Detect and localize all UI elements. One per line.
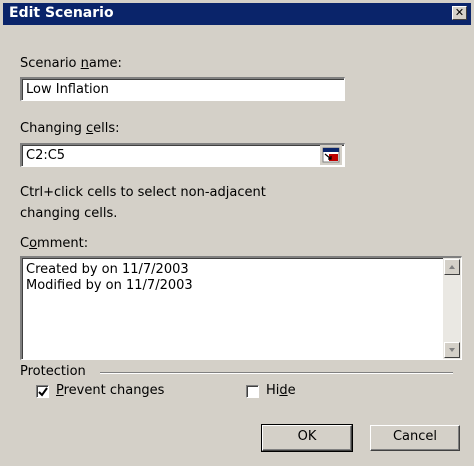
hint-line-1: Ctrl+click cells to select non-adjacent bbox=[20, 185, 266, 200]
collapse-dialog-button[interactable] bbox=[320, 145, 342, 165]
changing-cells-label: Changing cells: bbox=[20, 121, 120, 136]
close-icon: ✕ bbox=[454, 6, 465, 19]
scenario-name-value: Low Inflation bbox=[26, 82, 109, 97]
comment-line-2: Modified by on 11/7/2003 bbox=[26, 278, 193, 293]
edit-scenario-dialog: Edit Scenario ✕ Scenario name: Low Infla… bbox=[0, 0, 474, 466]
title-bar[interactable]: Edit Scenario ✕ bbox=[3, 3, 471, 25]
checkmark-icon bbox=[38, 387, 48, 397]
scenario-name-input[interactable]: Low Inflation bbox=[20, 77, 345, 101]
hint-line-2: changing cells. bbox=[20, 206, 118, 221]
scroll-up-button[interactable] bbox=[444, 259, 460, 275]
comment-label: Comment: bbox=[20, 236, 88, 251]
prevent-changes-label-text: Prevent changes bbox=[56, 383, 165, 398]
hide-label[interactable]: Hide bbox=[266, 383, 296, 398]
hint-text: Ctrl+click cells to select non-adjacent … bbox=[20, 182, 266, 224]
scenario-name-label: Scenario name: bbox=[20, 56, 122, 71]
close-button[interactable]: ✕ bbox=[452, 6, 467, 20]
arrow-up-icon bbox=[449, 265, 455, 269]
range-select-icon bbox=[322, 147, 340, 163]
arrow-down-icon bbox=[449, 348, 455, 352]
comment-textarea[interactable]: Created by on 11/7/2003 Modified by on 11… bbox=[20, 256, 462, 360]
scenario-name-label-text: Scenario name: bbox=[20, 56, 122, 71]
hide-label-text: Hide bbox=[266, 383, 296, 398]
protection-separator bbox=[100, 372, 453, 374]
comment-line-1: Created by on 11/7/2003 bbox=[26, 262, 189, 277]
scroll-down-button[interactable] bbox=[444, 342, 460, 358]
window-title: Edit Scenario bbox=[9, 5, 114, 21]
hide-checkbox[interactable] bbox=[246, 385, 259, 398]
prevent-changes-label[interactable]: Prevent changes bbox=[56, 383, 164, 398]
changing-cells-input[interactable]: C2:C5 bbox=[20, 143, 345, 167]
changing-cells-label-text: Changing cells: bbox=[20, 121, 120, 136]
comment-label-text: Comment: bbox=[20, 236, 89, 251]
cancel-button[interactable]: Cancel bbox=[370, 425, 460, 451]
comment-text: Created by on 11/7/2003 Modified by on 11… bbox=[26, 262, 193, 294]
protection-group-label: Protection bbox=[20, 364, 86, 379]
prevent-changes-checkbox[interactable] bbox=[36, 385, 49, 398]
comment-scrollbar[interactable] bbox=[443, 258, 461, 359]
ok-button[interactable]: OK bbox=[261, 424, 353, 452]
changing-cells-value: C2:C5 bbox=[26, 148, 66, 163]
